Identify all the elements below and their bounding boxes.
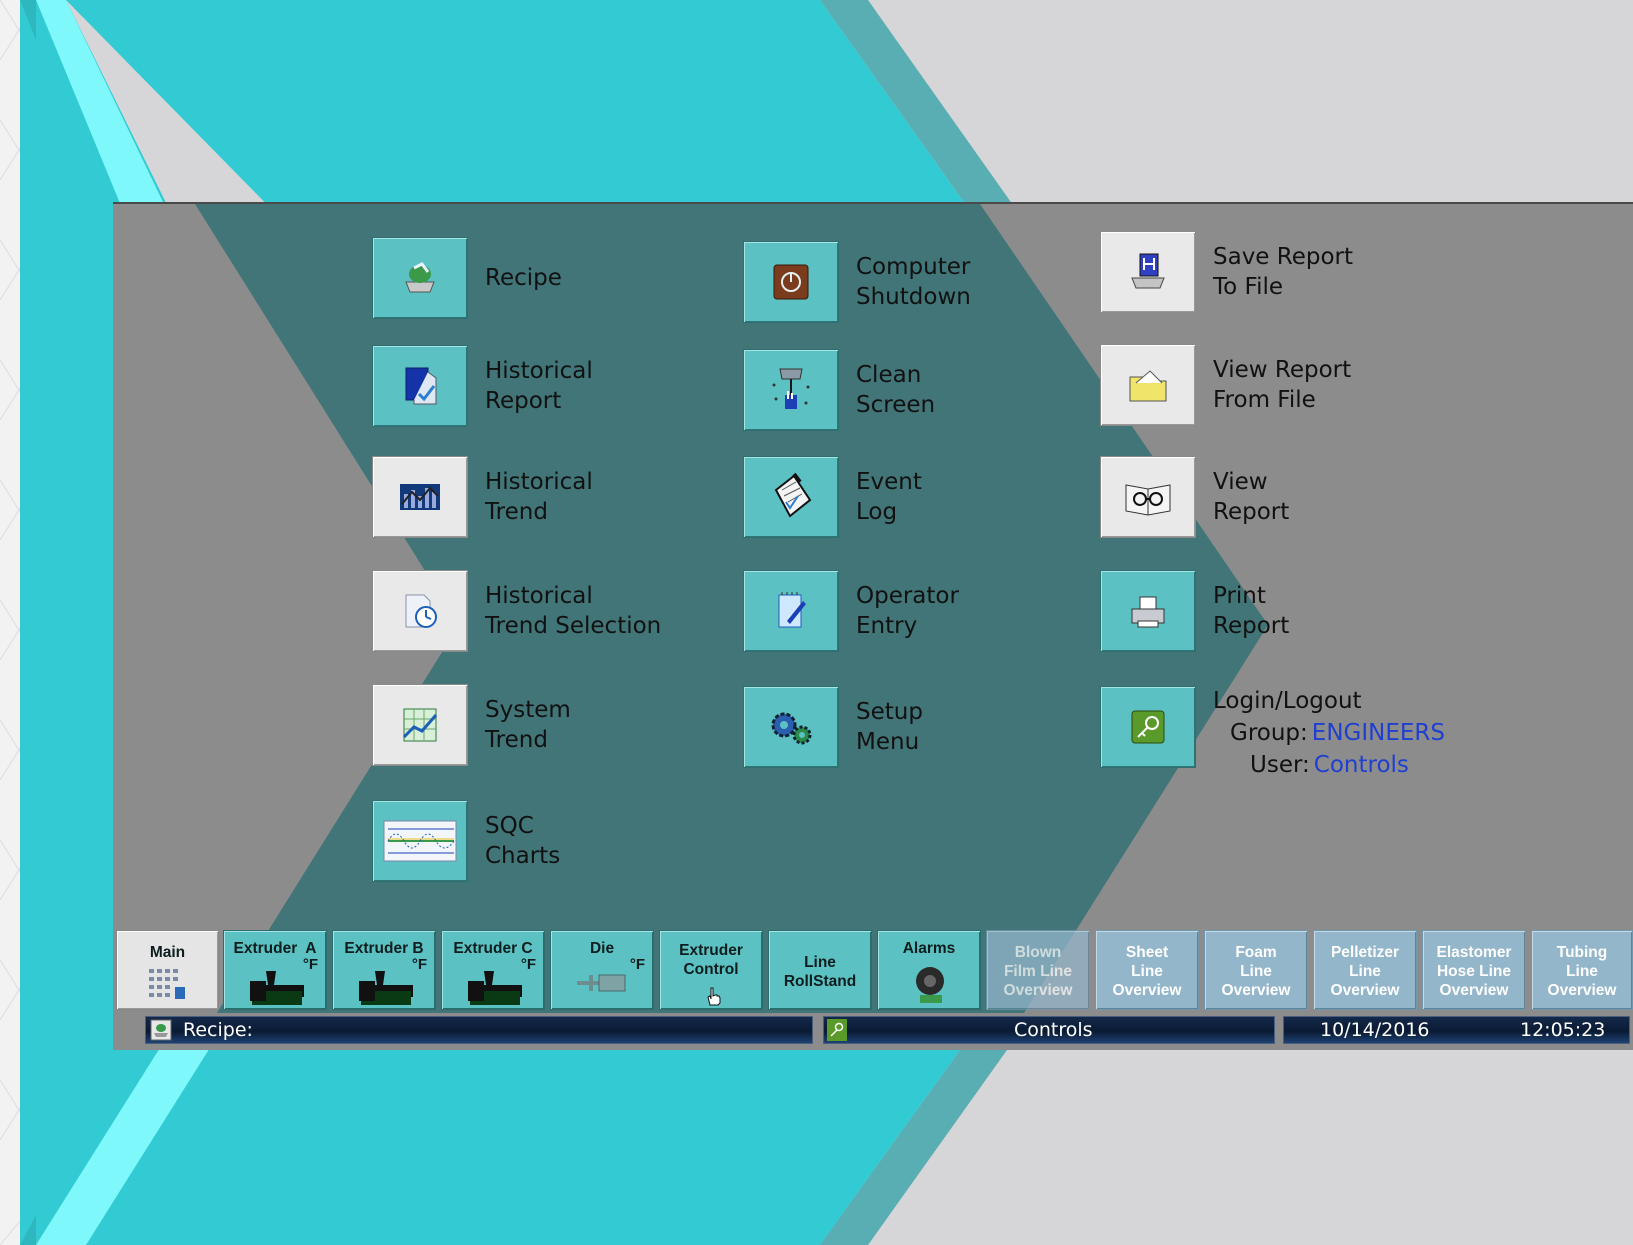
datetime-status-field: 10/14/2016 12:05:23 (1283, 1016, 1630, 1044)
nav-sheet-label: Sheet Line Overview (1112, 944, 1182, 999)
extruder-icon (468, 971, 522, 1005)
nav-pelletizer-label: Pelletizer Line Overview (1330, 944, 1400, 999)
nav-extruder-a-button[interactable]: Extruder A °F (223, 930, 327, 1010)
operator-entry-label: Operator Entry (856, 583, 959, 639)
user-status-field: Controls (823, 1016, 1275, 1044)
die-unit: °F (629, 956, 645, 973)
user-status-value: Controls (1014, 1019, 1093, 1041)
die-icon (577, 974, 626, 992)
nav-main-button[interactable]: Main (116, 930, 219, 1010)
nav-line-rollstand-button[interactable]: Line RollStand (768, 930, 872, 1010)
nav-blown-film-overview-button[interactable]: Blown Film Line Overview (986, 930, 1090, 1010)
system-trend-label: System Trend (485, 697, 571, 753)
nav-elastomer-label: Elastomer Hose Line Overview (1436, 944, 1512, 999)
gears-icon (743, 686, 839, 768)
alarm-bell-icon (916, 967, 944, 1003)
save-report-label: Save Report To File (1213, 244, 1354, 300)
time-value: 12:05:23 (1520, 1019, 1606, 1041)
nav-die-button[interactable]: Die °F (550, 930, 654, 1010)
nav-extruder-b-button[interactable]: Extruder B °F (332, 930, 436, 1010)
recipe-small-icon (150, 1019, 172, 1041)
historical-trend-label: Historical Trend (485, 469, 593, 525)
historical-report-label: Historical Report (485, 358, 593, 414)
recipe-label: Recipe (485, 265, 562, 291)
grid-icon (149, 969, 185, 999)
key-small-icon (827, 1019, 847, 1041)
recipe-status-label: Recipe: (183, 1019, 253, 1041)
key-icon (1100, 686, 1196, 768)
historical-report-button[interactable]: Historical Report (372, 345, 593, 427)
login-user: User: Controls (1250, 752, 1409, 778)
view-report-from-file-button[interactable]: View Report From File (1100, 344, 1351, 426)
historical-trend-button[interactable]: Historical Trend (372, 456, 593, 538)
recipe-button[interactable]: Recipe (372, 237, 562, 319)
group-label: Group: (1230, 720, 1308, 746)
save-report-button[interactable]: Save Report To File (1100, 231, 1353, 313)
user-label: User: (1250, 752, 1310, 778)
event-log-button[interactable]: Event Log (743, 456, 922, 538)
login-logout-label: Login/Logout (1213, 688, 1362, 714)
clipboard-icon (743, 456, 839, 538)
operator-entry-button[interactable]: Operator Entry (743, 570, 959, 652)
date-value: 10/14/2016 (1320, 1019, 1430, 1041)
reading-glasses-icon (1100, 456, 1196, 538)
bottom-navigation-bar: Main Extruder A °F Extruder B °F Extrude… (113, 928, 1633, 1012)
nav-foam-overview-button[interactable]: Foam Line Overview (1204, 930, 1308, 1010)
nav-tubing-label: Tubing Line Overview (1547, 944, 1617, 999)
view-report-from-file-label: View Report From File (1213, 357, 1352, 413)
historical-report-icon (372, 345, 468, 427)
power-icon (743, 241, 839, 323)
extruder-icon (250, 971, 304, 1005)
view-report-label: View Report (1213, 469, 1290, 525)
recipe-icon (372, 237, 468, 319)
nav-extruder-c-button[interactable]: Extruder C °F (441, 930, 545, 1010)
clean-screen-button[interactable]: Clean Screen (743, 349, 935, 431)
hand-pointer-icon (707, 987, 721, 1006)
printer-icon (1100, 570, 1196, 652)
clean-screen-label: Clean Screen (856, 362, 936, 418)
computer-shutdown-label: Computer Shutdown (856, 254, 971, 310)
nav-extruder-control-label: Extruder Control (679, 942, 743, 978)
system-trend-icon (372, 684, 468, 766)
nav-tubing-overview-button[interactable]: Tubing Line Overview (1531, 930, 1633, 1010)
nav-pelletizer-overview-button[interactable]: Pelletizer Line Overview (1313, 930, 1417, 1010)
event-log-label: Event Log (856, 469, 922, 525)
login-group: Group: ENGINEERS (1230, 720, 1445, 746)
extruder-icon (359, 971, 413, 1005)
nav-elastomer-overview-button[interactable]: Elastomer Hose Line Overview (1422, 930, 1526, 1010)
folder-icon (1100, 344, 1196, 426)
print-report-label: Print Report (1213, 583, 1290, 639)
notepad-pencil-icon (743, 570, 839, 652)
historical-trend-selection-button[interactable]: Historical Trend Selection (372, 570, 661, 652)
stopwatch-document-icon (372, 570, 468, 652)
print-report-button[interactable]: Print Report (1100, 570, 1289, 652)
nav-extruder-control-button[interactable]: Extruder Control (659, 930, 763, 1010)
sqc-chart-icon (372, 800, 468, 882)
historical-trend-icon (372, 456, 468, 538)
user-value: Controls (1313, 752, 1409, 778)
nav-alarms-label: Alarms (902, 940, 956, 957)
system-trend-button[interactable]: System Trend (372, 684, 571, 766)
sqc-charts-label: SQC Charts (485, 813, 561, 869)
clean-screen-icon (743, 349, 839, 431)
setup-menu-label: Setup Menu (856, 699, 923, 755)
sqc-charts-button[interactable]: SQC Charts (372, 800, 560, 882)
status-bar: Recipe: Controls 10/14/2016 12:05:23 (113, 1013, 1633, 1049)
nav-sheet-overview-button[interactable]: Sheet Line Overview (1095, 930, 1199, 1010)
historical-trend-selection-label: Historical Trend Selection (485, 583, 662, 639)
nav-line-rollstand-label: Line RollStand (783, 954, 857, 990)
recipe-status-field: Recipe: (145, 1016, 813, 1044)
view-report-button[interactable]: View Report (1100, 456, 1289, 538)
setup-menu-button[interactable]: Setup Menu (743, 686, 923, 768)
nav-foam-label: Foam Line Overview (1221, 944, 1291, 999)
group-value: ENGINEERS (1311, 720, 1445, 746)
nav-main-label: Main (149, 944, 186, 961)
computer-shutdown-button[interactable]: Computer Shutdown (743, 241, 971, 323)
nav-blown-film-label: Blown Film Line Overview (1003, 944, 1073, 999)
nav-alarms-button[interactable]: Alarms (877, 930, 981, 1010)
save-disk-icon (1100, 231, 1196, 313)
